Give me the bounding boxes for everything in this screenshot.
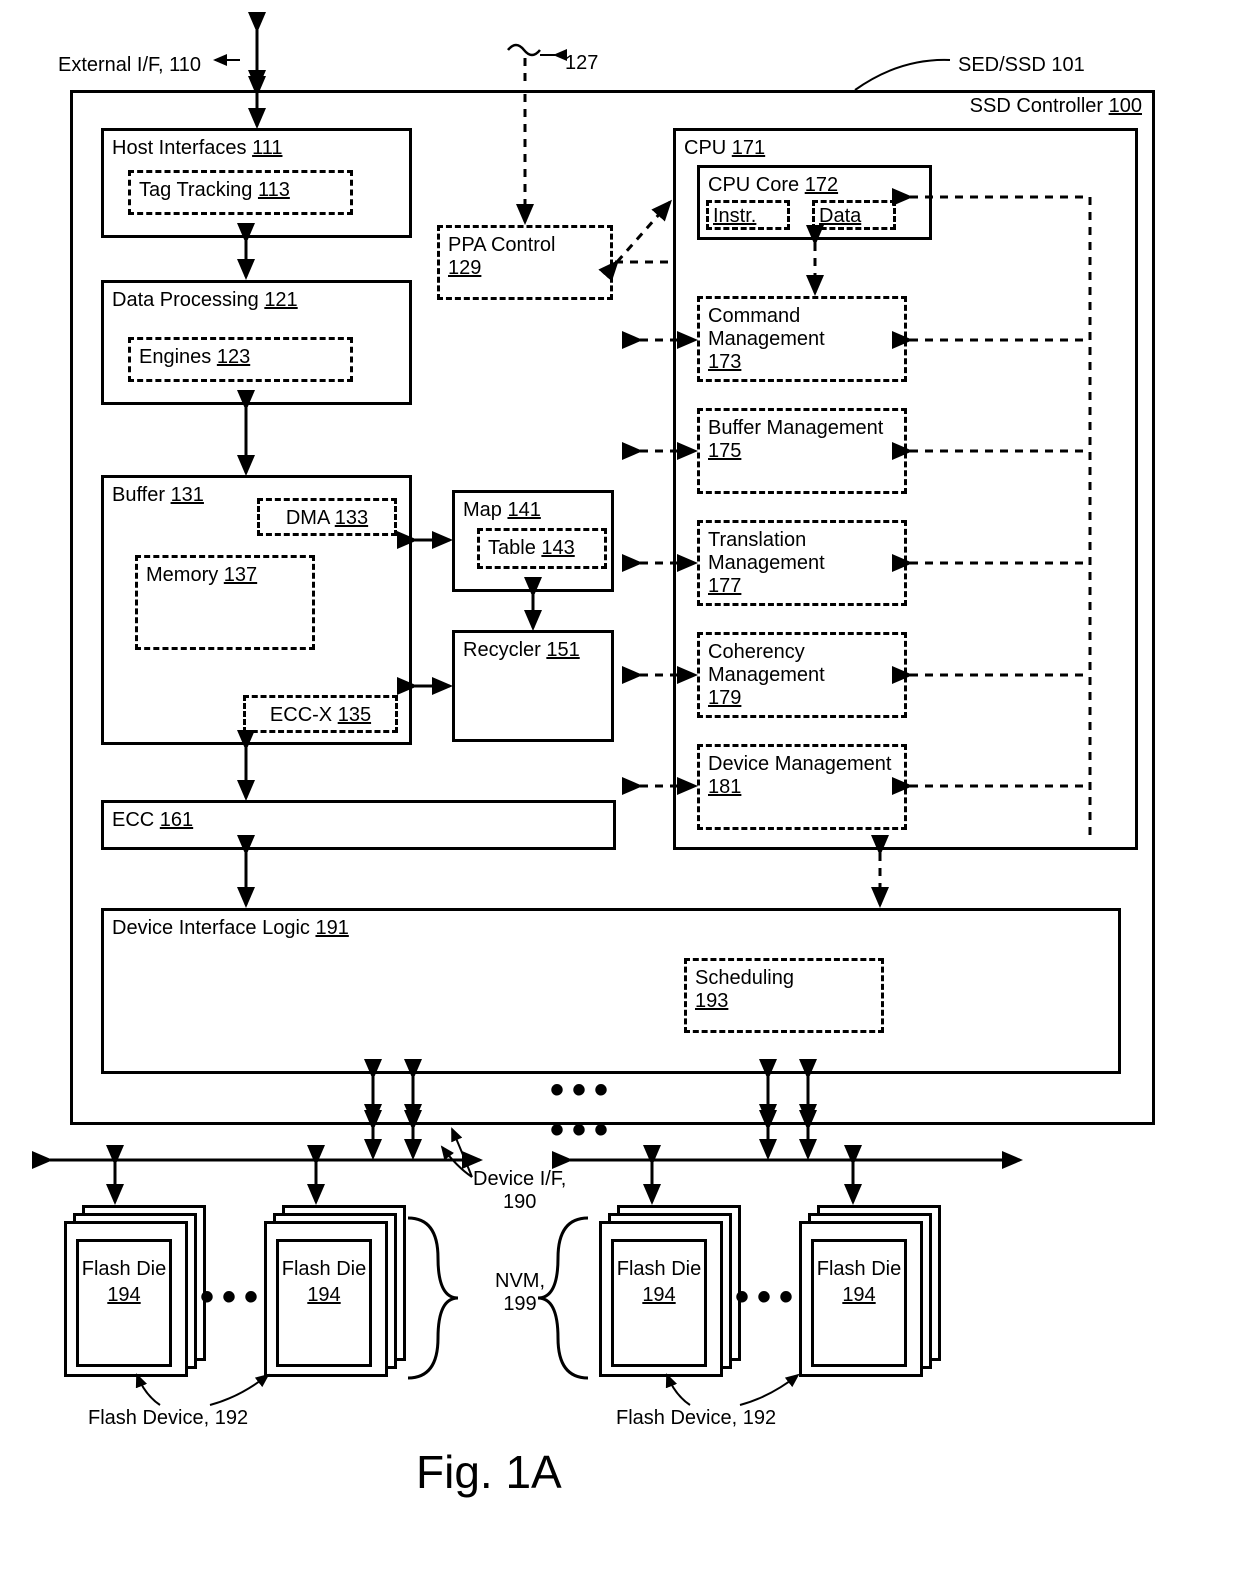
buffer-mgmt-title: Buffer Management175 bbox=[708, 417, 896, 463]
buffer-mgmt-box: Buffer Management175 bbox=[697, 408, 907, 494]
instr-label: Instr. bbox=[713, 205, 756, 227]
dma-title: DMA 133 bbox=[268, 507, 386, 530]
tag-tracking-title: Tag Tracking 113 bbox=[139, 179, 342, 202]
command-mgmt-box: Command Management173 bbox=[697, 296, 907, 382]
ppa-127-label: 127 bbox=[565, 52, 598, 75]
eccx-box: ECC-X 135 bbox=[243, 695, 398, 733]
sed-ssd-label: SED/SSD 101 bbox=[958, 54, 1085, 77]
eccx-title: ECC-X 135 bbox=[254, 704, 387, 727]
engines-box: Engines 123 bbox=[128, 337, 353, 382]
scheduling-box: Scheduling193 bbox=[684, 958, 884, 1033]
coherency-mgmt-title: Coherency Management179 bbox=[708, 641, 896, 710]
dma-box: DMA 133 bbox=[257, 498, 397, 536]
nvm-label: NVM,199 bbox=[495, 1270, 545, 1316]
dots-lower: ••• bbox=[550, 1108, 616, 1153]
host-interfaces-title: Host Interfaces 111 bbox=[112, 137, 401, 160]
ssd-controller-title: SSD Controller 100 bbox=[970, 95, 1142, 118]
dots-flash-right: ••• bbox=[735, 1275, 801, 1320]
data-label: Data bbox=[819, 205, 861, 227]
data-box: Data bbox=[812, 200, 896, 230]
engines-title: Engines 123 bbox=[139, 346, 342, 369]
table-title: Table 143 bbox=[488, 537, 596, 560]
data-processing-title: Data Processing 121 bbox=[112, 289, 401, 312]
dots-flash-left: ••• bbox=[200, 1275, 266, 1320]
device-mgmt-box: Device Management181 bbox=[697, 744, 907, 830]
tag-tracking-box: Tag Tracking 113 bbox=[128, 170, 353, 215]
diagram-canvas: External I/F, 110 SED/SSD 101 SSD Contro… bbox=[0, 0, 1240, 1585]
dots-upper: ••• bbox=[550, 1068, 616, 1113]
device-interface-logic-box: Device Interface Logic 191 bbox=[101, 908, 1121, 1074]
coherency-mgmt-box: Coherency Management179 bbox=[697, 632, 907, 718]
device-if-label: Device I/F,190 bbox=[473, 1168, 566, 1214]
instr-box: Instr. bbox=[706, 200, 790, 230]
table-box: Table 143 bbox=[477, 528, 607, 569]
flash-device-label-right: Flash Device, 192 bbox=[616, 1407, 776, 1430]
scheduling-title: Scheduling193 bbox=[695, 967, 873, 1013]
recycler-box: Recycler 151 bbox=[452, 630, 614, 742]
memory-title: Memory 137 bbox=[146, 564, 304, 587]
translation-mgmt-box: Translation Management177 bbox=[697, 520, 907, 606]
external-if-label: External I/F, 110 bbox=[58, 54, 201, 77]
device-interface-logic-title: Device Interface Logic 191 bbox=[112, 917, 1110, 940]
command-mgmt-title: Command Management173 bbox=[708, 305, 896, 374]
flash-device-label-left: Flash Device, 192 bbox=[88, 1407, 248, 1430]
ppa-control-title: PPA Control129 bbox=[448, 234, 602, 280]
translation-mgmt-title: Translation Management177 bbox=[708, 529, 896, 598]
ecc-box: ECC 161 bbox=[101, 800, 616, 850]
memory-box: Memory 137 bbox=[135, 555, 315, 650]
cpu-title: CPU 171 bbox=[684, 137, 1127, 160]
ppa-control-box: PPA Control129 bbox=[437, 225, 613, 300]
figure-label: Fig. 1A bbox=[416, 1445, 562, 1499]
cpu-core-title: CPU Core 172 bbox=[708, 174, 921, 197]
recycler-title: Recycler 151 bbox=[463, 639, 603, 662]
map-title: Map 141 bbox=[463, 499, 603, 522]
device-mgmt-title: Device Management181 bbox=[708, 753, 896, 799]
ecc-title: ECC 161 bbox=[112, 809, 605, 832]
